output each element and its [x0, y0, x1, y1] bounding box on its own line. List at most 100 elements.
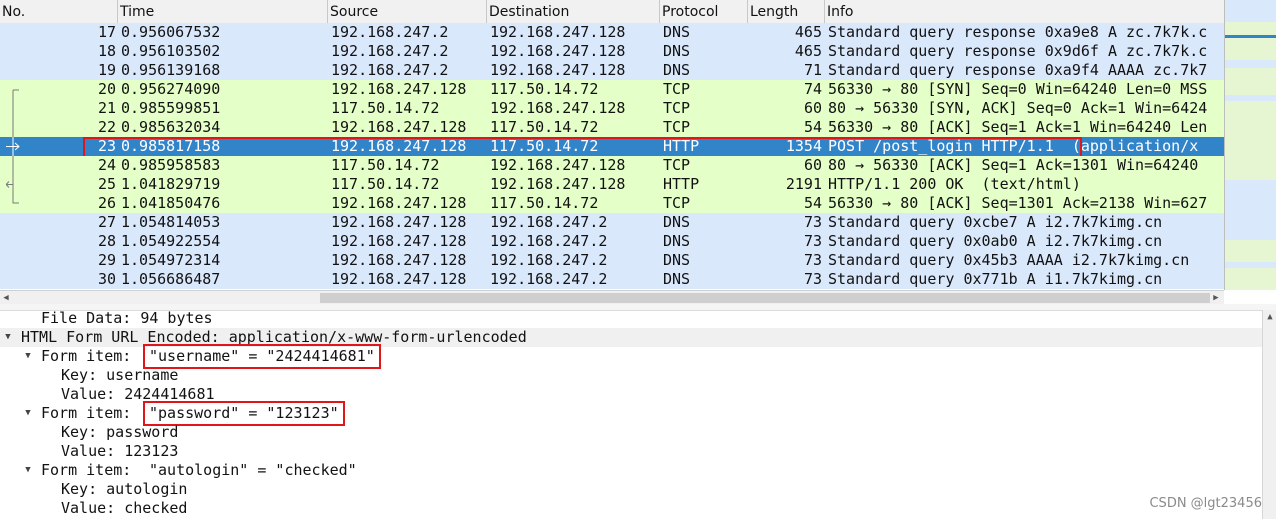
- form-item-autologin[interactable]: ▼ Form item: "autologin" = "checked": [0, 461, 1262, 480]
- packet-cell-dst: 192.168.247.2: [490, 270, 608, 288]
- packet-row[interactable]: 28 1.054922554 192.168.247.128 192.168.247.…: [0, 232, 1224, 251]
- form-item-password-key[interactable]: Key: password: [0, 423, 1262, 442]
- scroll-up-icon[interactable]: ▲: [1264, 310, 1276, 324]
- packet-cell-src: 117.50.14.72: [331, 156, 440, 174]
- file-data-text: File Data: 94 bytes: [41, 310, 213, 327]
- packet-cell-info: 56330 → 80 [ACK] Seq=1 Ack=1 Win=64240 L…: [828, 118, 1208, 136]
- value-text: Value: 123123: [61, 442, 179, 460]
- packet-cell-src: 117.50.14.72: [331, 175, 440, 193]
- form-item-autologin-value[interactable]: Value: checked: [0, 499, 1262, 518]
- packet-cell-time: 1.054972314: [121, 251, 221, 269]
- column-protocol[interactable]: Protocol: [660, 0, 748, 23]
- packet-cell-proto: TCP: [663, 118, 691, 136]
- packet-cell-len: 465: [794, 42, 822, 60]
- packet-cell-proto: DNS: [663, 213, 691, 231]
- column-length[interactable]: Length: [748, 0, 825, 23]
- packet-details[interactable]: File Data: 94 bytes ▼ HTML Form URL Enco…: [0, 310, 1262, 519]
- packet-cell-proto: TCP: [663, 99, 691, 117]
- packet-cell-time: 0.956139168: [121, 61, 221, 79]
- packet-cell-no: 30: [97, 270, 116, 288]
- expand-down-icon[interactable]: ▼: [22, 347, 34, 366]
- packet-cell-dst: 192.168.247.128: [490, 61, 626, 79]
- highlight-box-packet-23: [83, 137, 1082, 158]
- expand-down-icon[interactable]: ▼: [22, 404, 34, 423]
- column-destination[interactable]: Destination: [487, 0, 660, 23]
- packet-cell-len: 71: [803, 61, 822, 79]
- column-source[interactable]: Source: [328, 0, 487, 23]
- packet-cell-time: 1.041850476: [121, 194, 221, 212]
- hscroll-thumb[interactable]: [320, 293, 1210, 303]
- related-packet-icon: [6, 175, 14, 194]
- packet-cell-no: 17: [97, 23, 116, 41]
- packet-row[interactable]: 20 0.956274090 192.168.247.128 117.50.14.72…: [0, 80, 1224, 99]
- detail-file-data[interactable]: File Data: 94 bytes: [0, 310, 1262, 328]
- packet-cell-no: 19: [97, 61, 116, 79]
- packet-cell-info: 56330 → 80 [SYN] Seq=0 Win=64240 Len=0 M…: [828, 80, 1208, 98]
- packet-cell-src: 192.168.247.128: [331, 213, 467, 231]
- scroll-right-icon[interactable]: ▶: [1210, 291, 1222, 305]
- packet-row[interactable]: 29 1.054972314 192.168.247.128 192.168.247.…: [0, 251, 1224, 270]
- form-item-username-key[interactable]: Key: username: [0, 366, 1262, 385]
- form-item-password-value[interactable]: Value: 123123: [0, 442, 1262, 461]
- packet-row[interactable]: 21 0.985599851 117.50.14.72 192.168.247.128…: [0, 99, 1224, 118]
- packet-cell-len: 60: [803, 99, 822, 117]
- detail-form-header[interactable]: ▼ HTML Form URL Encoded: application/x-w…: [0, 328, 1262, 347]
- packet-cell-src: 192.168.247.2: [331, 42, 449, 60]
- packet-row[interactable]: 24 0.985958583 117.50.14.72 192.168.247.128…: [0, 156, 1224, 175]
- packet-list[interactable]: No. Time Source Destination Protocol Len…: [0, 0, 1224, 290]
- column-time[interactable]: Time: [118, 0, 328, 23]
- packet-row[interactable]: 22 0.985632034 192.168.247.128 117.50.14.72…: [0, 118, 1224, 137]
- expand-down-icon[interactable]: ▼: [22, 461, 34, 480]
- packet-cell-info: HTTP/1.1 200 OK (text/html): [828, 175, 1081, 193]
- packet-minimap[interactable]: [1224, 0, 1276, 290]
- packet-row[interactable]: 17 0.956067532 192.168.247.2 192.168.247.12…: [0, 23, 1224, 42]
- packet-cell-proto: DNS: [663, 61, 691, 79]
- packet-cell-len: 465: [794, 23, 822, 41]
- form-item-autologin-summary: "autologin" = "checked": [149, 461, 357, 479]
- form-item-label: Form item:: [41, 404, 141, 422]
- packet-cell-time: 0.985958583: [121, 156, 221, 174]
- minimap-graphic: [1225, 0, 1276, 290]
- form-header-text: HTML Form URL Encoded: application/x-www…: [21, 328, 527, 346]
- packet-cell-len: 60: [803, 156, 822, 174]
- packet-cell-proto: DNS: [663, 232, 691, 250]
- details-vscrollbar[interactable]: ▲: [1262, 310, 1276, 519]
- packet-cell-info: Standard query response 0x9d6f A zc.7k7k…: [828, 42, 1208, 60]
- packet-cell-proto: DNS: [663, 251, 691, 269]
- packet-row[interactable]: 23 0.985817158 192.168.247.128 117.50.14.72…: [0, 137, 1224, 158]
- packet-row[interactable]: 19 0.956139168 192.168.247.2 192.168.247.12…: [0, 61, 1224, 80]
- packet-cell-src: 117.50.14.72: [331, 99, 440, 117]
- scroll-left-icon[interactable]: ◀: [0, 291, 12, 305]
- packet-row[interactable]: 26 1.041850476 192.168.247.128 117.50.14.72…: [0, 194, 1224, 213]
- column-no[interactable]: No.: [0, 0, 118, 23]
- packet-cell-time: 0.985632034: [121, 118, 221, 136]
- packet-cell-src: 192.168.247.128: [331, 232, 467, 250]
- related-packet-icon: [12, 194, 19, 204]
- packet-cell-len: 73: [803, 213, 822, 231]
- packet-cell-no: 18: [97, 42, 116, 60]
- packet-cell-proto: DNS: [663, 270, 691, 288]
- packet-list-hscrollbar[interactable]: ◀ ▶: [0, 290, 1224, 305]
- packet-cell-dst: 192.168.247.2: [490, 213, 608, 231]
- packet-row[interactable]: 30 1.056686487 192.168.247.128 192.168.247.…: [0, 270, 1224, 289]
- form-item-username[interactable]: ▼ Form item: "username" = "2424414681": [0, 344, 1262, 369]
- packet-cell-dst: 117.50.14.72: [490, 80, 599, 98]
- packet-cell-info: 56330 → 80 [ACK] Seq=1301 Ack=2138 Win=6…: [828, 194, 1208, 212]
- packet-cell-info: Standard query 0xcbe7 A i2.7k7kimg.cn: [828, 213, 1163, 231]
- form-item-password[interactable]: ▼ Form item: "password" = "123123": [0, 401, 1262, 426]
- key-text: Key: autologin: [61, 480, 188, 498]
- packet-cell-dst: 192.168.247.128: [490, 99, 626, 117]
- packet-row[interactable]: 18 0.956103502 192.168.247.2 192.168.247.12…: [0, 42, 1224, 61]
- form-item-username-value[interactable]: Value: 2424414681: [0, 385, 1262, 404]
- form-item-autologin-key[interactable]: Key: autologin: [0, 480, 1262, 499]
- column-info[interactable]: Info: [825, 0, 1224, 23]
- packet-cell-info: Standard query 0x771b A i1.7k7kimg.cn: [828, 270, 1163, 288]
- packet-cell-len: 54: [803, 194, 822, 212]
- packet-row[interactable]: 25 1.041829719 117.50.14.72 192.168.247.128…: [0, 175, 1224, 194]
- packet-cell-info: Standard query response 0xa9f4 AAAA zc.7…: [828, 61, 1208, 79]
- expand-down-icon[interactable]: ▼: [2, 328, 14, 347]
- key-text: Key: password: [61, 423, 179, 441]
- packet-cell-proto: DNS: [663, 42, 691, 60]
- form-item-password-summary: "password" = "123123": [143, 401, 345, 426]
- packet-row[interactable]: 27 1.054814053 192.168.247.128 192.168.247.…: [0, 213, 1224, 232]
